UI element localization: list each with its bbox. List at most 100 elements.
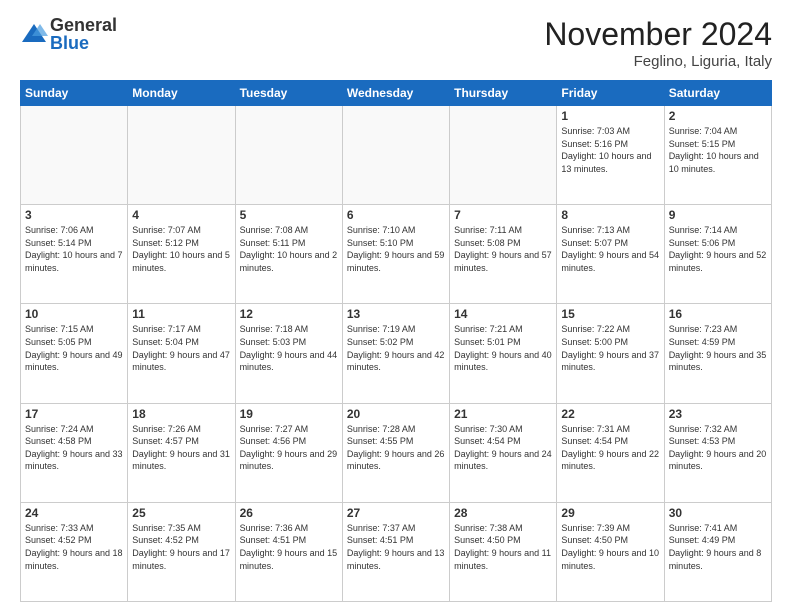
- logo-general: General: [50, 16, 117, 34]
- header: General Blue November 2024 Feglino, Ligu…: [20, 16, 772, 70]
- day-info: Sunrise: 7:03 AM Sunset: 5:16 PM Dayligh…: [561, 125, 659, 175]
- calendar-header-row: SundayMondayTuesdayWednesdayThursdayFrid…: [21, 81, 772, 106]
- day-number: 26: [240, 506, 338, 520]
- calendar-week-row: 24 Sunrise: 7:33 AM Sunset: 4:52 PM Dayli…: [21, 502, 772, 601]
- day-info: Sunrise: 7:04 AM Sunset: 5:15 PM Dayligh…: [669, 125, 767, 175]
- calendar-day-cell: 19 Sunrise: 7:27 AM Sunset: 4:56 PM Dayli…: [235, 403, 342, 502]
- calendar-day-cell: 10Sunrise: 7:15 AM Sunset: 5:05 PM Dayli…: [21, 304, 128, 403]
- day-number: 15: [561, 307, 659, 321]
- day-info: Sunrise: 7:07 AM Sunset: 5:12 PM Dayligh…: [132, 224, 230, 274]
- calendar-day-cell: 29 Sunrise: 7:39 AM Sunset: 4:50 PM Dayli…: [557, 502, 664, 601]
- day-number: 20: [347, 407, 445, 421]
- calendar-day-cell: 20 Sunrise: 7:28 AM Sunset: 4:55 PM Dayli…: [342, 403, 449, 502]
- calendar-day-cell: 8 Sunrise: 7:13 AM Sunset: 5:07 PM Daylig…: [557, 205, 664, 304]
- day-info: Sunrise: 7:41 AM Sunset: 4:49 PM Dayligh…: [669, 522, 767, 572]
- day-number: 28: [454, 506, 552, 520]
- calendar-day-cell: 5Sunrise: 7:08 AM Sunset: 5:11 PM Daylig…: [235, 205, 342, 304]
- weekday-header: Friday: [557, 81, 664, 106]
- day-number: 13: [347, 307, 445, 321]
- day-info: Sunrise: 7:11 AM Sunset: 5:08 PM Dayligh…: [454, 224, 552, 274]
- day-info: Sunrise: 7:17 AM Sunset: 5:04 PM Dayligh…: [132, 323, 230, 373]
- day-info: Sunrise: 7:22 AM Sunset: 5:00 PM Dayligh…: [561, 323, 659, 373]
- day-info: Sunrise: 7:08 AM Sunset: 5:11 PM Dayligh…: [240, 224, 338, 274]
- calendar-day-cell: 22 Sunrise: 7:31 AM Sunset: 4:54 PM Dayli…: [557, 403, 664, 502]
- calendar-day-cell: 25Sunrise: 7:35 AM Sunset: 4:52 PM Dayli…: [128, 502, 235, 601]
- day-number: 7: [454, 208, 552, 222]
- calendar-day-cell: 9Sunrise: 7:14 AM Sunset: 5:06 PM Daylig…: [664, 205, 771, 304]
- calendar-week-row: 1 Sunrise: 7:03 AM Sunset: 5:16 PM Daylig…: [21, 106, 772, 205]
- day-info: Sunrise: 7:27 AM Sunset: 4:56 PM Dayligh…: [240, 423, 338, 473]
- day-info: Sunrise: 7:36 AM Sunset: 4:51 PM Dayligh…: [240, 522, 338, 572]
- calendar-day-cell: [342, 106, 449, 205]
- day-info: Sunrise: 7:37 AM Sunset: 4:51 PM Dayligh…: [347, 522, 445, 572]
- day-info: Sunrise: 7:31 AM Sunset: 4:54 PM Dayligh…: [561, 423, 659, 473]
- day-info: Sunrise: 7:33 AM Sunset: 4:52 PM Dayligh…: [25, 522, 123, 572]
- calendar-day-cell: 16 Sunrise: 7:23 AM Sunset: 4:59 PM Dayli…: [664, 304, 771, 403]
- calendar-day-cell: 4 Sunrise: 7:07 AM Sunset: 5:12 PM Daylig…: [128, 205, 235, 304]
- day-number: 30: [669, 506, 767, 520]
- day-info: Sunrise: 7:30 AM Sunset: 4:54 PM Dayligh…: [454, 423, 552, 473]
- calendar-day-cell: 12Sunrise: 7:18 AM Sunset: 5:03 PM Dayli…: [235, 304, 342, 403]
- day-info: Sunrise: 7:21 AM Sunset: 5:01 PM Dayligh…: [454, 323, 552, 373]
- logo-icon: [20, 20, 48, 48]
- day-number: 22: [561, 407, 659, 421]
- logo: General Blue: [20, 16, 117, 52]
- day-number: 21: [454, 407, 552, 421]
- calendar-day-cell: 18 Sunrise: 7:26 AM Sunset: 4:57 PM Dayli…: [128, 403, 235, 502]
- calendar-week-row: 3 Sunrise: 7:06 AM Sunset: 5:14 PM Daylig…: [21, 205, 772, 304]
- calendar-day-cell: [21, 106, 128, 205]
- day-info: Sunrise: 7:13 AM Sunset: 5:07 PM Dayligh…: [561, 224, 659, 274]
- weekday-header: Saturday: [664, 81, 771, 106]
- day-number: 24: [25, 506, 123, 520]
- day-info: Sunrise: 7:28 AM Sunset: 4:55 PM Dayligh…: [347, 423, 445, 473]
- day-info: Sunrise: 7:39 AM Sunset: 4:50 PM Dayligh…: [561, 522, 659, 572]
- day-number: 6: [347, 208, 445, 222]
- day-number: 3: [25, 208, 123, 222]
- calendar-day-cell: [450, 106, 557, 205]
- day-number: 17: [25, 407, 123, 421]
- day-info: Sunrise: 7:35 AM Sunset: 4:52 PM Dayligh…: [132, 522, 230, 572]
- day-number: 8: [561, 208, 659, 222]
- weekday-header: Wednesday: [342, 81, 449, 106]
- day-number: 27: [347, 506, 445, 520]
- day-number: 23: [669, 407, 767, 421]
- day-number: 4: [132, 208, 230, 222]
- day-number: 18: [132, 407, 230, 421]
- calendar-day-cell: 7 Sunrise: 7:11 AM Sunset: 5:08 PM Daylig…: [450, 205, 557, 304]
- calendar-day-cell: [235, 106, 342, 205]
- page: General Blue November 2024 Feglino, Ligu…: [0, 0, 792, 612]
- calendar-day-cell: 21 Sunrise: 7:30 AM Sunset: 4:54 PM Dayli…: [450, 403, 557, 502]
- weekday-header: Thursday: [450, 81, 557, 106]
- calendar-day-cell: [128, 106, 235, 205]
- calendar-day-cell: 1 Sunrise: 7:03 AM Sunset: 5:16 PM Daylig…: [557, 106, 664, 205]
- day-number: 29: [561, 506, 659, 520]
- month-title: November 2024: [544, 16, 772, 53]
- day-info: Sunrise: 7:24 AM Sunset: 4:58 PM Dayligh…: [25, 423, 123, 473]
- day-info: Sunrise: 7:14 AM Sunset: 5:06 PM Dayligh…: [669, 224, 767, 274]
- weekday-header: Sunday: [21, 81, 128, 106]
- calendar-week-row: 17 Sunrise: 7:24 AM Sunset: 4:58 PM Dayli…: [21, 403, 772, 502]
- day-info: Sunrise: 7:06 AM Sunset: 5:14 PM Dayligh…: [25, 224, 123, 274]
- day-number: 19: [240, 407, 338, 421]
- title-block: November 2024 Feglino, Liguria, Italy: [544, 16, 772, 70]
- calendar-day-cell: 23 Sunrise: 7:32 AM Sunset: 4:53 PM Dayli…: [664, 403, 771, 502]
- day-info: Sunrise: 7:10 AM Sunset: 5:10 PM Dayligh…: [347, 224, 445, 274]
- day-number: 1: [561, 109, 659, 123]
- day-number: 16: [669, 307, 767, 321]
- calendar-day-cell: 14Sunrise: 7:21 AM Sunset: 5:01 PM Dayli…: [450, 304, 557, 403]
- day-info: Sunrise: 7:26 AM Sunset: 4:57 PM Dayligh…: [132, 423, 230, 473]
- weekday-header: Tuesday: [235, 81, 342, 106]
- day-info: Sunrise: 7:19 AM Sunset: 5:02 PM Dayligh…: [347, 323, 445, 373]
- calendar-day-cell: 30 Sunrise: 7:41 AM Sunset: 4:49 PM Dayli…: [664, 502, 771, 601]
- day-number: 10: [25, 307, 123, 321]
- calendar-day-cell: 17 Sunrise: 7:24 AM Sunset: 4:58 PM Dayli…: [21, 403, 128, 502]
- logo-text: General Blue: [50, 16, 117, 52]
- day-info: Sunrise: 7:32 AM Sunset: 4:53 PM Dayligh…: [669, 423, 767, 473]
- day-number: 2: [669, 109, 767, 123]
- day-info: Sunrise: 7:23 AM Sunset: 4:59 PM Dayligh…: [669, 323, 767, 373]
- day-info: Sunrise: 7:18 AM Sunset: 5:03 PM Dayligh…: [240, 323, 338, 373]
- logo-blue: Blue: [50, 34, 117, 52]
- calendar-day-cell: 27 Sunrise: 7:37 AM Sunset: 4:51 PM Dayli…: [342, 502, 449, 601]
- calendar-day-cell: 24 Sunrise: 7:33 AM Sunset: 4:52 PM Dayli…: [21, 502, 128, 601]
- calendar-day-cell: 6 Sunrise: 7:10 AM Sunset: 5:10 PM Daylig…: [342, 205, 449, 304]
